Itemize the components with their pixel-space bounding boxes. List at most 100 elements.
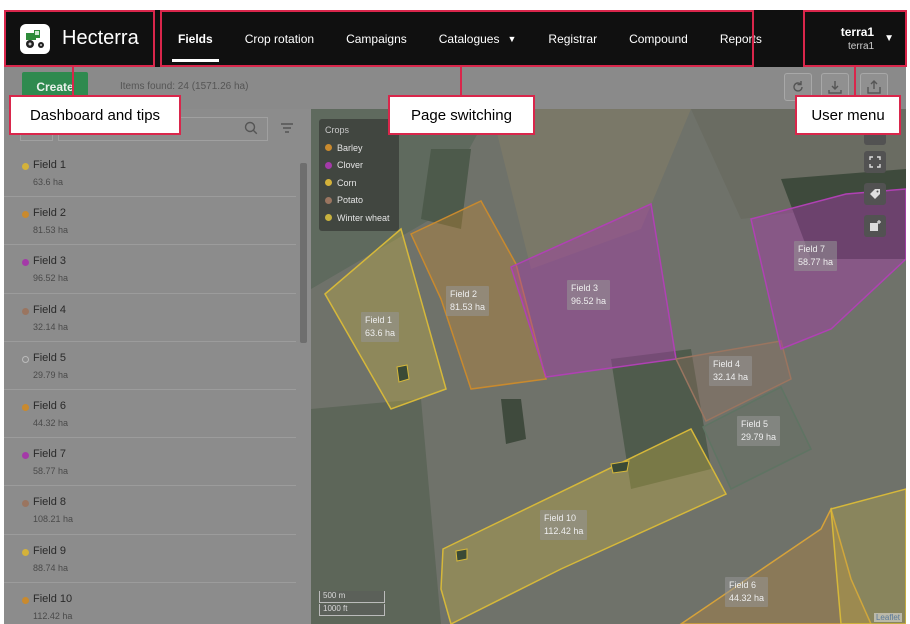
map-label-field-5: Field 5 29.79 ha xyxy=(737,416,781,446)
map-view[interactable]: Crops Barley Clover Corn Potato Winter w… xyxy=(311,109,906,624)
field-area: 32.14 ha xyxy=(33,321,69,332)
list-item[interactable]: Field 1 63.6 ha xyxy=(4,149,296,198)
field-area: 96.52 ha xyxy=(33,273,69,284)
items-found-text: Items found: 24 (1571.26 ha) xyxy=(120,81,249,92)
crop-dot xyxy=(22,211,29,219)
scale-imperial: 1000 ft xyxy=(319,604,385,616)
map-label-name: Field 10 xyxy=(544,513,577,523)
crop-dot xyxy=(22,355,29,363)
tag-icon xyxy=(870,189,880,199)
legend-item: Clover xyxy=(325,157,393,175)
map-attribution[interactable]: Leaflet xyxy=(873,613,902,622)
legend-dot xyxy=(325,196,332,204)
crop-dot xyxy=(22,548,29,556)
list-scrollbar[interactable] xyxy=(298,149,308,624)
crop-dot xyxy=(22,596,29,604)
crop-dot xyxy=(22,163,29,170)
field-list-panel: Field 1 63.6 ha Field 2 81.53 ha Field 3 96… xyxy=(4,109,311,624)
map-label-name: Field 1 xyxy=(365,315,393,325)
map-scale: 500 m 1000 ft xyxy=(319,590,385,616)
field-name: Field 3 xyxy=(33,255,67,268)
scroll-thumb[interactable] xyxy=(300,163,307,343)
legend-label: Clover xyxy=(337,160,364,171)
field-area: 58.77 ha xyxy=(33,466,69,477)
map-label-field-2: Field 2 81.53 ha xyxy=(446,286,490,316)
map-label-name: Field 5 xyxy=(741,419,769,429)
legend-item: Potato xyxy=(325,192,393,210)
list-item[interactable]: Field 7 58.77 ha xyxy=(4,438,296,487)
search-icon[interactable] xyxy=(244,121,258,135)
annotation-line xyxy=(460,67,462,95)
map-label-area: 63.6 ha xyxy=(365,328,396,338)
map-label-area: 81.53 ha xyxy=(450,302,486,312)
map-label-field-3: Field 3 96.52 ha xyxy=(567,280,611,310)
list-item[interactable]: Field 5 29.79 ha xyxy=(4,342,296,390)
filter-icon[interactable] xyxy=(280,123,294,133)
legend-title: Crops xyxy=(325,125,350,135)
callout-user-menu: User menu xyxy=(795,95,901,135)
field-list: Field 1 63.6 ha Field 2 81.53 ha Field 3 96… xyxy=(4,149,296,624)
legend-label: Potato xyxy=(337,195,364,206)
upload-icon xyxy=(867,80,881,94)
map-label-name: Field 6 xyxy=(729,580,757,590)
field-name: Field 2 xyxy=(33,207,67,220)
map-label-name: Field 4 xyxy=(713,359,741,369)
map-label-area: 58.77 ha xyxy=(798,257,834,267)
list-item[interactable]: Field 2 81.53 ha xyxy=(4,197,296,246)
legend-item: Corn xyxy=(325,174,393,192)
add-image-button[interactable] xyxy=(864,215,886,237)
list-item[interactable]: Field 3 96.52 ha xyxy=(4,245,296,294)
add-image-icon xyxy=(870,220,881,231)
annotation-box-user xyxy=(803,10,907,67)
map-label-area: 96.52 ha xyxy=(571,296,607,306)
legend-dot xyxy=(325,214,332,222)
tag-button[interactable] xyxy=(864,183,886,205)
crop-dot xyxy=(22,307,29,315)
list-item[interactable]: Field 9 88.74 ha xyxy=(4,535,296,583)
map-label-field-7: Field 7 58.77 ha xyxy=(794,241,838,271)
map-label-field-1: Field 1 63.6 ha xyxy=(361,312,400,342)
crop-dot xyxy=(22,500,29,508)
satellite-map xyxy=(311,109,906,624)
map-label-name: Field 2 xyxy=(450,289,478,299)
map-label-area: 29.79 ha xyxy=(741,432,777,442)
field-name: Field 8 xyxy=(33,496,67,509)
annotation-box-pages xyxy=(160,10,754,67)
download-icon xyxy=(828,81,842,94)
list-item[interactable]: Field 8 108.21 ha xyxy=(4,486,296,535)
crop-dot xyxy=(22,452,29,460)
legend-dot xyxy=(325,161,332,169)
field-area: 81.53 ha xyxy=(33,225,69,236)
field-area: 108.21 ha xyxy=(33,514,74,525)
field-name: Field 7 xyxy=(33,448,67,461)
map-label-field-6: Field 6 44.32 ha xyxy=(725,577,769,607)
fullscreen-icon xyxy=(869,156,881,168)
field-area: 29.79 ha xyxy=(33,369,69,380)
annotation-line xyxy=(72,67,74,95)
crop-legend: Crops Barley Clover Corn Potato Winter w… xyxy=(319,119,399,231)
screenshot-frame: Hecterra Fields Crop rotation Campaigns … xyxy=(0,0,910,624)
field-area: 44.32 ha xyxy=(33,417,69,428)
refresh-icon xyxy=(793,81,803,92)
legend-item: Winter wheat xyxy=(325,209,393,227)
map-label-field-4: Field 4 32.14 ha xyxy=(709,356,753,386)
legend-item: Barley xyxy=(325,139,393,157)
list-item[interactable]: Field 4 32.14 ha xyxy=(4,294,296,342)
field-area: 63.6 ha xyxy=(33,177,64,187)
field-9-polygon[interactable] xyxy=(830,488,906,624)
field-name: Field 6 xyxy=(33,399,67,412)
annotation-box-dashboard xyxy=(4,10,155,67)
legend-dot xyxy=(325,179,332,187)
field-area: 112.42 ha xyxy=(33,610,73,621)
list-item[interactable]: Field 10 112.42 ha xyxy=(4,583,296,624)
fullscreen-button[interactable] xyxy=(864,151,886,173)
field-name: Field 9 xyxy=(33,544,67,557)
callout-page-switching: Page switching xyxy=(388,95,535,135)
scale-metric: 500 m xyxy=(319,591,385,603)
map-label-area: 112.42 ha xyxy=(544,526,584,536)
field-name: Field 1 xyxy=(33,159,67,171)
map-label-name: Field 7 xyxy=(798,244,826,254)
legend-label: Winter wheat xyxy=(337,212,390,223)
callout-dashboard-and-tips: Dashboard and tips xyxy=(9,95,181,135)
list-item[interactable]: Field 6 44.32 ha xyxy=(4,390,296,439)
